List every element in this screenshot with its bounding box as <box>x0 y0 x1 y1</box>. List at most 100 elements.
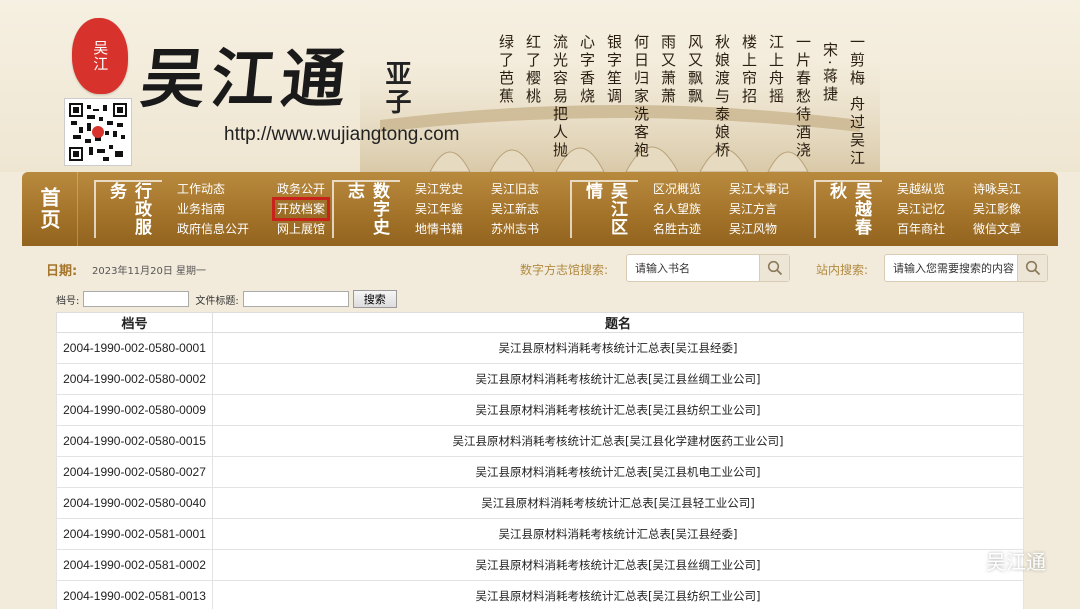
archive-title[interactable]: 吴江县原材料消耗考核统计汇总表[吴江县经委] <box>212 518 1024 550</box>
poem-line: 秋娘渡与泰娘桥 <box>713 34 731 160</box>
nav-link-local-books[interactable]: 地情书籍 <box>412 219 466 239</box>
archive-code: 2004-1990-002-0580-0002 <box>56 363 213 395</box>
archive-title[interactable]: 吴江县原材料消耗考核统计汇总表[吴江县机电工业公司] <box>212 456 1024 488</box>
table-row[interactable]: 2004-1990-002-0580-0015 吴江县原材料消耗考核统计汇总表[吴… <box>56 425 1024 457</box>
poem-line: 流光容易把人抛 <box>551 34 569 160</box>
nav-link-business-guide[interactable]: 业务指南 <box>174 199 252 219</box>
poem-line: 一片春愁待酒浇 <box>794 34 812 160</box>
archive-table-container: 档号 题名 2004-1990-002-0580-0001 吴江县原材料消耗考核统… <box>56 312 1024 609</box>
archive-code: 2004-1990-002-0581-0013 <box>56 580 213 609</box>
qr-code <box>64 98 132 166</box>
nav-home[interactable]: 首页 <box>22 172 78 246</box>
nav-link-gov-info[interactable]: 政府信息公开 <box>174 219 252 239</box>
watermark-text: 吴江通 <box>986 550 1046 574</box>
table-row[interactable]: 2004-1990-002-0581-0001 吴江县原材料消耗考核统计汇总表[吴… <box>56 518 1024 550</box>
archive-title[interactable]: 吴江县原材料消耗考核统计汇总表[吴江县丝绸工业公司] <box>212 363 1024 395</box>
nav-group-title[interactable]: 数字史志 <box>332 180 400 238</box>
nav-group-title[interactable]: 吴越春秋 <box>814 180 882 238</box>
nav-link-work-news[interactable]: 工作动态 <box>174 179 252 199</box>
nav-link-party-history[interactable]: 吴江党史 <box>412 179 466 199</box>
code-label: 档号: <box>56 295 80 307</box>
nav-group-title[interactable]: 行政服务 <box>94 180 162 238</box>
poem-line: 红了樱桃 <box>524 34 542 106</box>
seal-logo: 吴江 <box>72 18 128 94</box>
table-row[interactable]: 2004-1990-002-0580-0040 吴江县原材料消耗考核统计汇总表[吴… <box>56 487 1024 519</box>
nav-link-landmarks[interactable]: 名胜古迹 <box>650 219 704 239</box>
poem-author: 宋·蒋捷 <box>821 42 839 104</box>
site-search-input[interactable] <box>885 255 1017 281</box>
site-logo[interactable]: 吴江通 <box>137 28 357 120</box>
nav-link-celebrities[interactable]: 名人望族 <box>650 199 704 219</box>
nav-group-admin: 行政服务 工作动态 业务指南 政府信息公开 政务公开 开放档案 网上展馆 <box>78 172 331 246</box>
nav-link-overview[interactable]: 区况概览 <box>650 179 704 199</box>
search-icon <box>767 260 782 276</box>
library-search <box>626 254 790 282</box>
nav-group-title[interactable]: 吴江区情 <box>570 180 638 238</box>
wechat-icon <box>952 550 980 571</box>
nav-link-new-annals[interactable]: 吴江新志 <box>488 199 542 219</box>
poem-line: 江上舟摇 <box>767 34 785 106</box>
nav-link-wuyue-overview[interactable]: 吴越纵览 <box>894 179 948 199</box>
archive-title[interactable]: 吴江县原材料消耗考核统计汇总表[吴江县纺织工业公司] <box>212 394 1024 426</box>
poem: 一剪梅 舟过吴江 宋·蒋捷 一片春愁待酒浇 江上舟摇 楼上帘招 秋娘渡与泰娘桥 … <box>496 34 868 168</box>
poem-title: 一剪梅 舟过吴江 <box>848 34 866 168</box>
archive-code: 2004-1990-002-0581-0001 <box>56 518 213 550</box>
archive-filter: 档号: 文件标题: 搜索 <box>56 290 397 308</box>
nav-link-chronicle[interactable]: 吴江大事记 <box>726 179 792 199</box>
site-search-button[interactable] <box>1017 255 1047 281</box>
site-search-label: 站内搜索: <box>816 263 869 277</box>
date-value: 2023年11月20日 <box>92 266 173 277</box>
nav-link-poems[interactable]: 诗咏吴江 <box>970 179 1024 199</box>
seal-text: 吴江 <box>91 40 110 72</box>
poem-line: 银字笙调 <box>605 34 623 106</box>
archive-code: 2004-1990-002-0580-0009 <box>56 394 213 426</box>
weekday: 星期一 <box>176 266 206 277</box>
archive-title[interactable]: 吴江县原材料消耗考核统计汇总表[吴江县纺织工业公司] <box>212 580 1024 609</box>
logo-subtitle: 亚子 <box>381 60 411 116</box>
library-search-input[interactable] <box>627 255 759 281</box>
site-search <box>884 254 1048 282</box>
archive-code: 2004-1990-002-0580-0027 <box>56 456 213 488</box>
library-search-label: 数字方志馆搜索: <box>520 263 609 277</box>
nav-link-memories[interactable]: 吴江记忆 <box>894 199 948 219</box>
archive-title[interactable]: 吴江县原材料消耗考核统计汇总表[吴江县化学建材医药工业公司] <box>212 425 1024 457</box>
nav-links: 吴越纵览 吴江记忆 百年商社 诗咏吴江 吴江影像 微信文章 <box>894 179 1024 239</box>
nav-link-old-annals[interactable]: 吴江旧志 <box>488 179 542 199</box>
column-header-code: 档号 <box>56 312 213 333</box>
filter-search-button[interactable]: 搜索 <box>352 290 397 308</box>
nav-link-yearbook[interactable]: 吴江年鉴 <box>412 199 466 219</box>
site-header: 吴江 吴江通 亚子 http://www.wujiangtong.com 一剪梅… <box>0 0 1080 172</box>
nav-link-dialect[interactable]: 吴江方言 <box>726 199 792 219</box>
table-row[interactable]: 2004-1990-002-0581-0013 吴江县原材料消耗考核统计汇总表[吴… <box>56 580 1024 609</box>
wechat-watermark: 吴江通 <box>952 546 1046 575</box>
table-row[interactable]: 2004-1990-002-0580-0009 吴江县原材料消耗考核统计汇总表[吴… <box>56 394 1024 426</box>
table-header-row: 档号 题名 <box>56 312 1024 333</box>
archive-code: 2004-1990-002-0580-0015 <box>56 425 213 457</box>
archive-title[interactable]: 吴江县原材料消耗考核统计汇总表[吴江县经委] <box>212 332 1024 364</box>
table-row[interactable]: 2004-1990-002-0580-0027 吴江县原材料消耗考核统计汇总表[吴… <box>56 456 1024 488</box>
nav-links: 吴江党史 吴江年鉴 地情书籍 吴江旧志 吴江新志 苏州志书 <box>412 179 542 239</box>
title-input[interactable] <box>242 291 349 307</box>
nav-link-century-shops[interactable]: 百年商社 <box>894 219 948 239</box>
poem-line: 绿了芭蕉 <box>497 34 515 106</box>
library-search-button[interactable] <box>759 255 789 281</box>
table-row[interactable]: 2004-1990-002-0580-0001 吴江县原材料消耗考核统计汇总表[吴… <box>56 332 1024 364</box>
nav-link-wechat-articles[interactable]: 微信文章 <box>970 219 1024 239</box>
nav-link-customs[interactable]: 吴江风物 <box>726 219 792 239</box>
column-header-title: 题名 <box>212 312 1024 333</box>
archive-title[interactable]: 吴江县原材料消耗考核统计汇总表[吴江县轻工业公司] <box>212 487 1024 519</box>
poem-line: 雨又萧萧 <box>659 34 677 106</box>
nav-link-suzhou-annals[interactable]: 苏州志书 <box>488 219 542 239</box>
table-row[interactable]: 2004-1990-002-0580-0002 吴江县原材料消耗考核统计汇总表[吴… <box>56 363 1024 395</box>
archive-title[interactable]: 吴江县原材料消耗考核统计汇总表[吴江县丝绸工业公司] <box>212 549 1024 581</box>
info-bar: 日期: 2023年11月20日 星期一 数字方志馆搜索: 站内搜索: <box>46 254 1056 284</box>
poem-line: 心字香烧 <box>578 34 596 106</box>
nav-links: 工作动态 业务指南 政府信息公开 政务公开 开放档案 网上展馆 <box>174 179 331 239</box>
poem-line: 楼上帘招 <box>740 34 758 106</box>
nav-group-history: 数字史志 吴江党史 吴江年鉴 地情书籍 吴江旧志 吴江新志 苏州志书 <box>316 172 554 246</box>
table-row[interactable]: 2004-1990-002-0581-0002 吴江县原材料消耗考核统计汇总表[吴… <box>56 549 1024 581</box>
nav-group-wuyue: 吴越春秋 吴越纵览 吴江记忆 百年商社 诗咏吴江 吴江影像 微信文章 <box>798 172 1038 246</box>
code-input[interactable] <box>83 291 190 307</box>
nav-link-images[interactable]: 吴江影像 <box>970 199 1024 219</box>
nav-links: 区况概览 名人望族 名胜古迹 吴江大事记 吴江方言 吴江风物 <box>650 179 792 239</box>
